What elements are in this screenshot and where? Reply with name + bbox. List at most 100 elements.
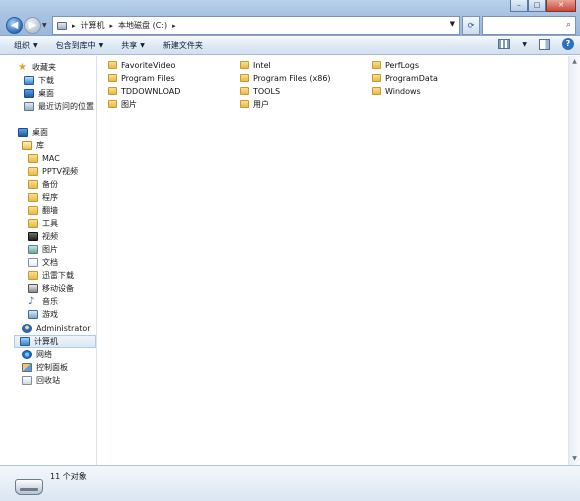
nav-label: 文档	[42, 258, 58, 267]
nav-library-item[interactable]: PPTV视频	[28, 165, 78, 178]
folder-name: Program Files (x86)	[253, 73, 331, 83]
nav-library-item[interactable]: 迅雷下载	[28, 269, 74, 282]
pictures-icon	[28, 245, 38, 254]
nav-library-item[interactable]: MAC	[28, 152, 60, 165]
folder-item[interactable]: Program Files (x86)	[240, 72, 331, 84]
nav-desktop[interactable]: 桌面	[18, 126, 48, 139]
nav-downloads[interactable]: 下载	[24, 74, 54, 87]
nav-label: 游戏	[42, 310, 58, 319]
minimize-button[interactable]: –	[510, 0, 528, 12]
recent-pages-dropdown[interactable]: ▼	[42, 22, 47, 29]
chevron-right-icon[interactable]: ▸	[72, 22, 76, 30]
scroll-down-icon[interactable]: ▼	[569, 453, 580, 465]
caption-buttons: – □ ✕	[510, 0, 576, 12]
folder-icon	[372, 61, 381, 69]
scroll-up-icon[interactable]: ▲	[569, 56, 580, 68]
nav-library-item[interactable]: 文档	[28, 256, 58, 269]
nav-recycle-bin[interactable]: 回收站	[22, 374, 60, 387]
status-bar: 11 个对象	[0, 465, 580, 501]
folder-name: FavoriteVideo	[121, 60, 176, 70]
folder-name: 用户	[253, 99, 269, 109]
nav-favorites[interactable]: ★ 收藏夹	[18, 61, 56, 74]
nav-label: 桌面	[32, 128, 48, 137]
folder-item[interactable]: Windows	[372, 85, 421, 97]
nav-network[interactable]: 网络	[22, 348, 52, 361]
nav-libraries[interactable]: 库	[22, 139, 44, 152]
nav-label: 网络	[36, 350, 52, 359]
device-icon	[28, 284, 38, 293]
folder-icon	[28, 193, 38, 202]
libraries-icon	[22, 141, 32, 150]
nav-library-item[interactable]: 程序	[28, 191, 58, 204]
folder-icon	[240, 61, 249, 69]
address-dropdown-icon[interactable]: ▼	[450, 20, 455, 28]
nav-library-item[interactable]: 视频	[28, 230, 58, 243]
nav-label: 下载	[38, 76, 54, 85]
folder-item[interactable]: FavoriteVideo	[108, 59, 175, 71]
nav-library-item[interactable]: 工具	[28, 217, 58, 230]
nav-library-item[interactable]: 游戏	[28, 308, 58, 321]
search-icon: ⌕	[565, 20, 571, 30]
folder-item[interactable]: ProgramData	[372, 72, 438, 84]
address-bar[interactable]: ▸ 计算机 ▸ 本地磁盘 (C:) ▸ ▼	[52, 16, 460, 35]
nav-label: 翻墙	[42, 206, 58, 215]
nav-recent-places[interactable]: 最近访问的位置	[24, 100, 94, 113]
network-icon	[22, 350, 32, 359]
back-button[interactable]: ◀	[6, 17, 23, 34]
search-input[interactable]: ⌕	[482, 16, 576, 35]
folder-item[interactable]: 用户	[240, 98, 269, 110]
nav-library-item[interactable]: 翻墙	[28, 204, 58, 217]
nav-administrator[interactable]: Administrator	[22, 322, 91, 335]
folder-item[interactable]: 图片	[108, 98, 137, 110]
video-icon	[28, 232, 38, 241]
nav-library-item[interactable]: 备份	[28, 178, 58, 191]
breadcrumb-local-disk[interactable]: 本地磁盘 (C:)	[118, 20, 167, 31]
preview-pane-icon[interactable]	[539, 38, 550, 50]
vertical-scrollbar[interactable]: ▲ ▼	[568, 56, 580, 465]
forward-button[interactable]: ▶	[24, 17, 41, 34]
recent-places-icon	[24, 102, 34, 111]
nav-label: 控制面板	[36, 363, 68, 372]
include-in-library-menu[interactable]: 包含到库中 ▼	[56, 40, 104, 51]
file-list[interactable]: FavoriteVideo Intel PerfLogs Program Fil…	[98, 56, 568, 465]
folder-item[interactable]: Intel	[240, 59, 271, 71]
view-options-icon[interactable]	[498, 39, 511, 49]
close-button[interactable]: ✕	[546, 0, 576, 12]
chevron-down-icon[interactable]: ▼	[522, 41, 527, 48]
folder-name: Windows	[385, 86, 421, 96]
nav-label: 迅雷下载	[42, 271, 74, 280]
folder-icon	[28, 206, 38, 215]
folder-item[interactable]: TDDOWNLOAD	[108, 85, 180, 97]
folder-icon	[28, 219, 38, 228]
help-icon[interactable]: ?	[562, 38, 574, 50]
chevron-right-icon[interactable]: ▸	[172, 22, 176, 30]
folder-name: TOOLS	[253, 86, 281, 96]
games-icon	[28, 310, 38, 319]
desktop-icon	[18, 128, 28, 137]
star-icon: ★	[18, 62, 27, 73]
nav-library-item[interactable]: ♪ 音乐	[28, 295, 58, 308]
maximize-button[interactable]: □	[528, 0, 546, 12]
folder-item[interactable]: TOOLS	[240, 85, 280, 97]
nav-computer[interactable]: 计算机	[14, 335, 96, 348]
nav-library-item[interactable]: 移动设备	[28, 282, 74, 295]
folder-icon	[240, 74, 249, 82]
share-menu[interactable]: 共享 ▼	[121, 40, 145, 51]
folder-item[interactable]: Program Files	[108, 72, 175, 84]
nav-library-item[interactable]: 图片	[28, 243, 58, 256]
nav-label: 工具	[42, 219, 58, 228]
refresh-button[interactable]: ⟳	[462, 16, 480, 35]
nav-control-panel[interactable]: 控制面板	[22, 361, 68, 374]
folder-icon	[28, 154, 38, 163]
breadcrumb-computer[interactable]: 计算机	[81, 20, 105, 31]
chevron-right-icon[interactable]: ▸	[110, 22, 114, 30]
folder-item[interactable]: PerfLogs	[372, 59, 419, 71]
organize-menu[interactable]: 组织 ▼	[14, 40, 38, 51]
recycle-bin-icon	[22, 376, 32, 385]
folder-icon	[108, 87, 117, 95]
title-bar: – □ ✕ ◀ ▶ ▼ ▸ 计算机 ▸ 本地磁盘 (C:) ▸ ▼ ⟳ ⌕	[0, 0, 580, 36]
chevron-down-icon: ▼	[140, 41, 145, 49]
nav-desktop-favorite[interactable]: 桌面	[24, 87, 54, 100]
new-folder-button[interactable]: 新建文件夹	[163, 40, 203, 51]
navigation-pane[interactable]: ★ 收藏夹 下载 桌面 最近访问的位置 桌面 库 MAC PPTV视频 备份 程…	[0, 56, 97, 465]
